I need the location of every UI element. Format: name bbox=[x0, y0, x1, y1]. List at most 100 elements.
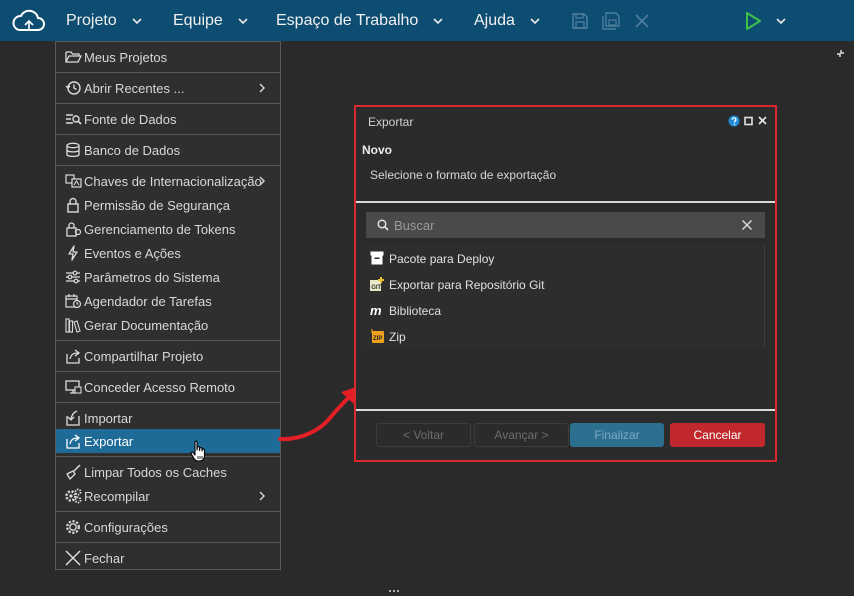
menu-item-label: Meus Projetos bbox=[84, 50, 168, 65]
package-icon bbox=[370, 251, 384, 265]
dialog-divider bbox=[356, 201, 775, 203]
token-lock-icon bbox=[66, 222, 82, 237]
dialog-heading: Novo bbox=[362, 143, 392, 157]
translate-icon bbox=[65, 174, 82, 188]
red-arrow-annotation bbox=[278, 386, 360, 442]
list-item-label: Biblioteca bbox=[389, 304, 442, 318]
cloud-logo-icon[interactable] bbox=[10, 6, 48, 36]
menu-separator bbox=[56, 402, 280, 403]
maximize-icon[interactable] bbox=[744, 116, 753, 126]
menu-ajuda[interactable]: Ajuda bbox=[474, 0, 541, 41]
cancel-button[interactable]: Cancelar bbox=[670, 423, 765, 447]
menu-equipe[interactable]: Equipe bbox=[173, 0, 249, 41]
menu-item-label: Parâmetros do Sistema bbox=[84, 270, 220, 285]
menu-ajuda-label: Ajuda bbox=[474, 11, 515, 29]
project-dropdown-menu: Meus Projetos Abrir Recentes ... Fonte d… bbox=[55, 41, 281, 570]
menu-item-agendador-tarefas[interactable]: Agendador de Tarefas bbox=[56, 289, 280, 313]
save-all-icon[interactable] bbox=[601, 11, 621, 31]
save-icon[interactable] bbox=[570, 11, 590, 31]
menu-item-eventos-acoes[interactable]: Eventos e Ações bbox=[56, 241, 280, 265]
help-icon[interactable] bbox=[728, 115, 740, 127]
chevron-down-icon[interactable] bbox=[775, 15, 787, 27]
top-menubar: Projeto Equipe Espaço de Trabalho Ajuda bbox=[0, 0, 854, 41]
menu-projeto-label: Projeto bbox=[66, 11, 117, 29]
close-icon[interactable] bbox=[758, 116, 767, 125]
menu-item-conceder-acesso-remoto[interactable]: Conceder Acesso Remoto bbox=[56, 375, 280, 399]
menu-separator bbox=[56, 371, 280, 372]
menu-item-label: Abrir Recentes ... bbox=[84, 81, 185, 96]
close-icon[interactable] bbox=[632, 11, 652, 31]
menu-projeto[interactable]: Projeto bbox=[66, 0, 143, 41]
menu-espaco-de-trabalho[interactable]: Espaço de Trabalho bbox=[276, 0, 444, 41]
menu-item-abrir-recentes[interactable]: Abrir Recentes ... bbox=[56, 76, 280, 100]
menu-item-importar[interactable]: Importar bbox=[56, 406, 280, 430]
menu-item-permissao-seguranca[interactable]: Permissão de Segurança bbox=[56, 193, 280, 217]
data-source-icon bbox=[66, 114, 82, 125]
git-icon: GIT bbox=[370, 277, 384, 291]
search-box bbox=[366, 212, 765, 238]
lock-icon bbox=[67, 197, 79, 213]
menu-item-parametros-sistema[interactable]: Parâmetros do Sistema bbox=[56, 265, 280, 289]
svg-text:m: m bbox=[370, 303, 382, 317]
search-icon bbox=[377, 219, 389, 231]
menu-item-limpar-caches[interactable]: Limpar Todos os Caches bbox=[56, 460, 280, 484]
menu-separator bbox=[56, 134, 280, 135]
database-icon bbox=[66, 142, 80, 158]
menu-item-configuracoes[interactable]: Configurações bbox=[56, 515, 280, 539]
restore-window-icon[interactable] bbox=[836, 49, 845, 58]
menu-item-gerenciamento-tokens[interactable]: Gerenciamento de Tokens bbox=[56, 217, 280, 241]
broom-icon bbox=[66, 464, 81, 480]
books-icon bbox=[65, 318, 81, 333]
menu-equipe-label: Equipe bbox=[173, 11, 223, 29]
menu-espaco-label: Espaço de Trabalho bbox=[276, 11, 419, 29]
menu-separator bbox=[56, 542, 280, 543]
next-button[interactable]: Avançar > bbox=[474, 423, 569, 447]
back-button[interactable]: < Voltar bbox=[376, 423, 471, 447]
folder-open-icon bbox=[65, 51, 82, 63]
menu-item-fonte-de-dados[interactable]: Fonte de Dados bbox=[56, 107, 280, 131]
drag-handle-icon[interactable] bbox=[388, 589, 400, 593]
menu-item-label: Permissão de Segurança bbox=[84, 198, 230, 213]
menu-item-label: Limpar Todos os Caches bbox=[84, 465, 227, 480]
list-item-zip[interactable]: ZIP Zip bbox=[366, 323, 764, 349]
menu-separator bbox=[56, 511, 280, 512]
menu-item-fechar[interactable]: Fechar bbox=[56, 546, 280, 570]
menu-item-label: Gerenciamento de Tokens bbox=[84, 222, 236, 237]
menu-separator bbox=[56, 340, 280, 341]
list-item-label: Pacote para Deploy bbox=[389, 252, 495, 266]
library-icon: m bbox=[370, 303, 382, 317]
menu-item-label: Recompilar bbox=[84, 489, 150, 504]
remote-access-icon bbox=[65, 380, 82, 394]
chevron-down-icon bbox=[238, 17, 248, 24]
menu-item-label: Exportar bbox=[84, 434, 134, 449]
run-play-icon[interactable] bbox=[744, 11, 762, 31]
sliders-icon bbox=[66, 270, 80, 284]
close-icon bbox=[65, 550, 81, 566]
svg-text:ZIP: ZIP bbox=[373, 336, 382, 342]
list-item-biblioteca[interactable]: m Biblioteca bbox=[366, 297, 764, 323]
menu-item-label: Agendador de Tarefas bbox=[84, 294, 212, 309]
menu-item-gerar-documentacao[interactable]: Gerar Documentação bbox=[56, 313, 280, 337]
menu-item-compartilhar-projeto[interactable]: Compartilhar Projeto bbox=[56, 344, 280, 368]
share-icon bbox=[66, 349, 81, 364]
menu-item-exportar[interactable]: Exportar bbox=[56, 429, 280, 453]
finish-button[interactable]: Finalizar bbox=[570, 423, 664, 447]
list-item-label: Exportar para Repositório Git bbox=[389, 278, 545, 292]
list-item-exportar-git[interactable]: GIT Exportar para Repositório Git bbox=[366, 271, 764, 297]
calendar-clock-icon bbox=[65, 294, 82, 309]
search-input[interactable] bbox=[394, 215, 724, 235]
menu-item-recompilar[interactable]: Recompilar bbox=[56, 484, 280, 508]
menu-item-label: Eventos e Ações bbox=[84, 246, 181, 261]
gears-icon bbox=[65, 488, 82, 504]
clear-search-icon[interactable] bbox=[741, 219, 753, 231]
import-icon bbox=[66, 410, 80, 426]
menu-item-chaves-internacionalizacao[interactable]: Chaves de Internacionalização bbox=[56, 169, 280, 193]
menu-item-banco-de-dados[interactable]: Banco de Dados bbox=[56, 138, 280, 162]
dialog-window-controls bbox=[728, 115, 767, 127]
list-item-pacote-deploy[interactable]: Pacote para Deploy bbox=[366, 245, 764, 271]
menu-item-meus-projetos[interactable]: Meus Projetos bbox=[56, 45, 280, 69]
menu-item-label: Importar bbox=[84, 411, 133, 426]
menu-item-label: Chaves de Internacionalização bbox=[84, 174, 262, 189]
chevron-down-icon bbox=[530, 17, 540, 24]
menu-item-label: Compartilhar Projeto bbox=[84, 349, 204, 364]
